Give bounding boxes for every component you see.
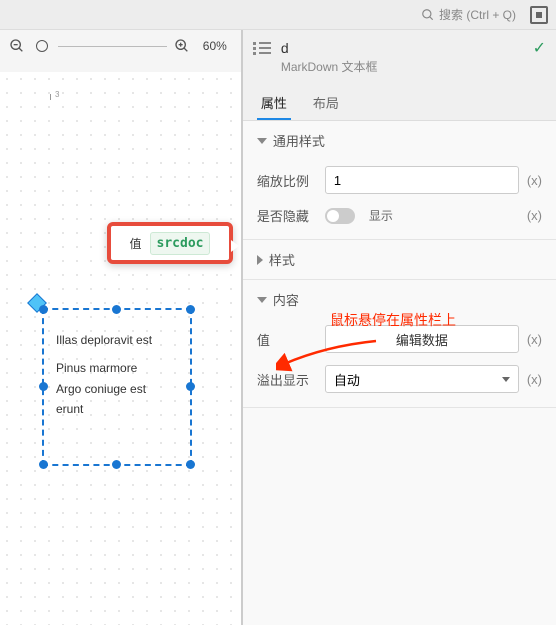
- overflow-select[interactable]: 自动: [325, 365, 519, 393]
- tooltip-label: 值: [130, 235, 142, 252]
- ruler-mark: [50, 94, 51, 100]
- component-type: MarkDown 文本框: [281, 58, 546, 75]
- section-title: 内容: [273, 290, 299, 309]
- section-content: 内容 值 编辑数据 (x) 溢出显示 自动 (x): [243, 280, 556, 408]
- prop-scale: 缩放比例 (x): [243, 160, 556, 200]
- toggle-label: 显示: [369, 207, 519, 224]
- resize-handle[interactable]: [186, 382, 195, 391]
- resize-handle[interactable]: [186, 460, 195, 469]
- widget-content: Illas deploravit est Pinus marmore Argo …: [44, 310, 190, 420]
- prop-label: 溢出显示: [257, 370, 317, 389]
- tooltip-value: srcdoc: [150, 232, 211, 255]
- main: 60% 3 值 srcdoc Illas deplo: [0, 30, 556, 625]
- resize-handle[interactable]: [112, 305, 121, 314]
- section-style: 样式: [243, 240, 556, 280]
- resize-handle[interactable]: [39, 305, 48, 314]
- select-value: 自动: [334, 370, 360, 389]
- content-line: Pinus marmore: [56, 358, 178, 378]
- content-line: erunt: [56, 399, 178, 419]
- prop-hidden: 是否隐藏 显示 (x): [243, 200, 556, 231]
- section-header[interactable]: 通用样式: [243, 121, 556, 160]
- edit-data-button[interactable]: 编辑数据: [325, 325, 519, 353]
- section-header[interactable]: 内容: [243, 280, 556, 319]
- chevron-down-icon: [502, 377, 510, 382]
- fullscreen-icon[interactable]: [530, 6, 548, 24]
- tab-layout[interactable]: 布局: [309, 87, 343, 120]
- expression-toggle[interactable]: (x): [527, 208, 542, 223]
- tab-properties[interactable]: 属性: [257, 87, 291, 120]
- search-placeholder: 搜索 (Ctrl + Q): [439, 6, 516, 23]
- list-icon: [253, 42, 271, 56]
- resize-handle[interactable]: [39, 382, 48, 391]
- prop-value: 值 编辑数据 (x): [243, 319, 556, 359]
- chevron-right-icon: [257, 255, 263, 265]
- prop-label: 是否隐藏: [257, 206, 317, 225]
- selected-widget[interactable]: Illas deploravit est Pinus marmore Argo …: [42, 308, 192, 466]
- section-general: 通用样式 缩放比例 (x) 是否隐藏 显示 (x): [243, 121, 556, 240]
- zoom-slider-thumb[interactable]: [36, 40, 48, 52]
- expression-toggle[interactable]: (x): [527, 332, 542, 347]
- content-line: Illas deploravit est: [56, 330, 178, 350]
- section-title: 样式: [269, 250, 295, 269]
- resize-handle[interactable]: [39, 460, 48, 469]
- scale-input[interactable]: [325, 166, 519, 194]
- ruler-number: 3: [55, 90, 59, 99]
- check-icon: ✓: [533, 38, 546, 58]
- resize-handle[interactable]: [186, 305, 195, 314]
- chevron-down-icon: [257, 138, 267, 144]
- chevron-down-icon: [257, 297, 267, 303]
- zoom-in-icon[interactable]: [173, 37, 191, 55]
- expression-toggle[interactable]: (x): [527, 372, 542, 387]
- search-box[interactable]: 搜索 (Ctrl + Q): [415, 4, 522, 25]
- content-line: Argo coniuge est: [56, 379, 178, 399]
- tabs: 属性 布局: [243, 81, 556, 121]
- hover-tooltip: 值 srcdoc: [107, 222, 233, 264]
- component-header: d ✓ MarkDown 文本框: [243, 30, 556, 81]
- section-title: 通用样式: [273, 131, 325, 150]
- zoom-slider-track[interactable]: [58, 46, 167, 47]
- prop-label: 值: [257, 330, 317, 349]
- canvas[interactable]: 3 值 srcdoc Illas deploravit est: [0, 72, 241, 625]
- hidden-toggle[interactable]: [325, 208, 355, 224]
- canvas-area: 60% 3 值 srcdoc Illas deplo: [0, 30, 243, 625]
- properties-panel: d ✓ MarkDown 文本框 属性 布局 通用样式 缩放比例 (x): [243, 30, 556, 625]
- search-icon: [421, 8, 435, 22]
- zoom-out-icon[interactable]: [8, 37, 26, 55]
- top-bar: 搜索 (Ctrl + Q): [0, 0, 556, 30]
- zoom-percent[interactable]: 60%: [197, 39, 233, 53]
- resize-handle[interactable]: [112, 460, 121, 469]
- prop-label: 缩放比例: [257, 171, 317, 190]
- section-header[interactable]: 样式: [243, 240, 556, 279]
- prop-overflow: 溢出显示 自动 (x): [243, 359, 556, 399]
- component-name[interactable]: d: [281, 40, 527, 56]
- canvas-toolbar: 60%: [0, 30, 241, 62]
- expression-toggle[interactable]: (x): [527, 173, 542, 188]
